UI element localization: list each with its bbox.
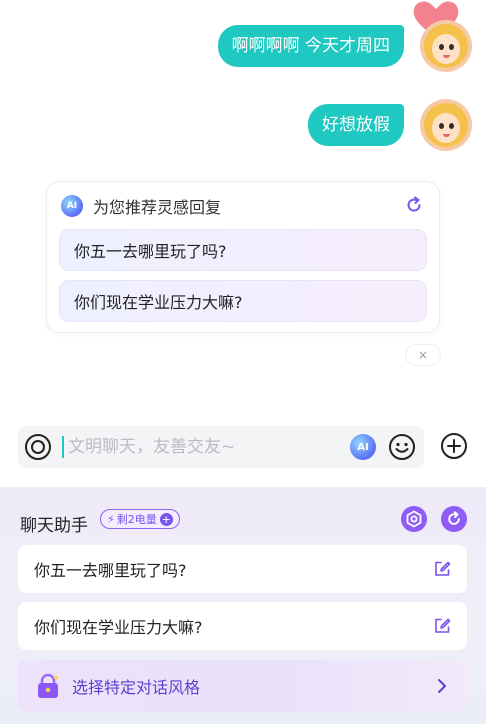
avatar[interactable] — [420, 99, 472, 151]
chevron-right-icon — [435, 677, 449, 695]
close-suggestions-button[interactable]: × — [405, 344, 441, 366]
add-energy-icon: + — [159, 512, 173, 526]
suggested-replies-card: AI 为您推荐灵感回复 你五一去哪里玩了吗? 你们现在学业压力大嘛? — [46, 181, 440, 333]
settings-icon[interactable] — [401, 506, 427, 532]
lock-icon — [34, 672, 62, 700]
suggested-reply-item[interactable]: 你们现在学业压力大嘛? — [59, 280, 427, 322]
voice-icon[interactable] — [24, 433, 52, 461]
chat-message-2: 好想放假 — [308, 99, 472, 151]
suggested-reply-item[interactable]: 你五一去哪里玩了吗? — [59, 229, 427, 271]
reply-label: 你们现在学业压力大嘛? — [34, 618, 203, 637]
energy-label: 剩2电量 — [116, 513, 157, 526]
dialog-style-label: 选择特定对话风格 — [72, 678, 201, 697]
chat-assistant-panel: 聊天助手 ⚡ 剩2电量 + 你五一去哪里玩了吗? 你们现在学业压力大嘛? 选择特… — [0, 487, 486, 724]
chat-message-1: 啊啊啊啊 今天才周四 — [217, 20, 472, 72]
avatar[interactable] — [420, 20, 472, 72]
ai-icon: AI — [61, 195, 83, 217]
message-bubble[interactable]: 好想放假 — [308, 104, 404, 146]
suggested-replies-title: 为您推荐灵感回复 — [93, 198, 222, 217]
plus-icon[interactable] — [440, 432, 468, 460]
suggested-replies-header: AI 为您推荐灵感回复 — [61, 194, 221, 218]
refresh-icon[interactable] — [403, 194, 425, 216]
edit-icon[interactable] — [433, 617, 451, 635]
message-input-bar: AI — [18, 426, 424, 468]
emoji-icon[interactable] — [388, 433, 416, 461]
message-bubble[interactable]: 啊啊啊啊 今天才周四 — [217, 25, 404, 67]
assistant-reply-item[interactable]: 你五一去哪里玩了吗? — [18, 545, 467, 593]
panel-title: 聊天助手 — [20, 516, 88, 536]
ai-assistant-button[interactable]: AI — [350, 434, 376, 460]
message-input[interactable] — [62, 436, 350, 458]
edit-icon[interactable] — [433, 560, 451, 578]
refresh-icon[interactable] — [441, 506, 467, 532]
lightning-icon: ⚡ — [107, 512, 115, 526]
assistant-reply-item[interactable]: 你们现在学业压力大嘛? — [18, 602, 467, 650]
energy-badge[interactable]: ⚡ 剩2电量 + — [100, 509, 180, 529]
dialog-style-selector[interactable]: 选择特定对话风格 — [18, 660, 467, 712]
reply-label: 你五一去哪里玩了吗? — [34, 561, 187, 580]
